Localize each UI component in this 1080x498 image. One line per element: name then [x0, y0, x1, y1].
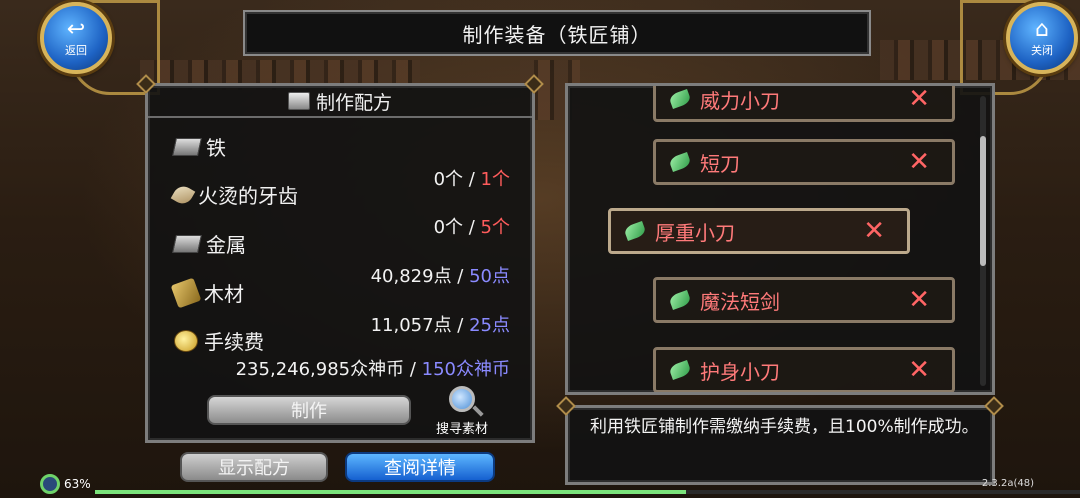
recipe-heading: 制作配方 [315, 91, 392, 114]
ingot-icon [172, 234, 202, 253]
coins-icon [174, 329, 198, 352]
tooth-icon [170, 182, 196, 207]
info-panel: 利用铁匠铺制作需缴纳手续费，且100%制作成功。 [556, 396, 1004, 485]
show-recipe-button[interactable]: 显示配方 [180, 452, 328, 482]
progress-fill [95, 490, 686, 494]
scrollbar-thumb[interactable] [980, 136, 986, 266]
item-name: 护身小刀 [700, 359, 780, 384]
list-item[interactable]: 短刀 ✕ [653, 139, 955, 185]
ingredient-name: 金属 [206, 233, 246, 257]
list-item[interactable]: 魔法短剑 ✕ [653, 277, 955, 323]
leaf-icon [668, 89, 692, 109]
list-item-selected[interactable]: 厚重小刀 ✕ [608, 208, 910, 254]
item-name: 威力小刀 [700, 88, 780, 113]
view-details-button[interactable]: 查阅详情 [345, 452, 495, 482]
back-label: 返回 [65, 44, 87, 57]
version-label: 2.3.2a(48) [981, 478, 1034, 489]
unavailable-icon: ✕ [908, 285, 930, 315]
leaf-icon [668, 290, 692, 310]
close-label: 关闭 [1031, 44, 1053, 57]
wood-icon [170, 277, 202, 308]
list-item[interactable]: 护身小刀 ✕ [653, 347, 955, 392]
list-item[interactable]: 威力小刀 ✕ [653, 84, 955, 122]
leaf-icon [668, 152, 692, 172]
recipe-header: 制作配方 [148, 86, 532, 118]
back-icon: ↩ [66, 17, 86, 42]
make-button[interactable]: 制作 [207, 395, 411, 425]
loading-progress-bar [95, 490, 1080, 494]
magnifier-icon [449, 386, 475, 412]
recipe-book-icon [287, 92, 310, 110]
info-text: 利用铁匠铺制作需缴纳手续费，且100%制作成功。 [590, 417, 979, 437]
battery-indicator: 63% [40, 474, 91, 494]
leaf-icon [668, 360, 692, 380]
ingredient-name: 木材 [204, 282, 244, 306]
title-bar: 制作装备（铁匠铺） [243, 10, 871, 56]
home-icon: ⌂ [1035, 17, 1049, 42]
ingredient-row: 手续费 235,246,985众神币 / 150众神币 [174, 326, 514, 381]
item-name: 厚重小刀 [655, 220, 735, 245]
ingredient-name: 铁 [206, 136, 226, 160]
ingredient-name: 手续费 [204, 330, 264, 354]
battery-icon [40, 474, 60, 494]
item-name: 魔法短剑 [700, 289, 780, 314]
equipment-list-panel[interactable]: 威力小刀 ✕ 短刀 ✕ 厚重小刀 ✕ 魔法短剑 ✕ 护身小刀 ✕ [565, 83, 995, 395]
search-materials-button[interactable]: 搜寻素材 [427, 386, 497, 442]
search-materials-label: 搜寻素材 [435, 422, 488, 437]
item-name: 短刀 [700, 151, 740, 176]
back-button[interactable]: ↩ 返回 [40, 2, 112, 74]
unavailable-icon: ✕ [908, 355, 930, 385]
leaf-icon [623, 221, 647, 241]
ingredient-qty: 235,246,985众神币 / 150众神币 [235, 359, 510, 380]
ingot-icon [172, 137, 202, 156]
close-button[interactable]: ⌂ 关闭 [1006, 2, 1078, 74]
battery-percent: 63% [64, 477, 91, 491]
unavailable-icon: ✕ [863, 216, 885, 246]
ingredient-name: 火烫的牙齿 [198, 184, 298, 208]
page-title: 制作装备（铁匠铺） [462, 22, 652, 47]
unavailable-icon: ✕ [908, 84, 930, 114]
unavailable-icon: ✕ [908, 147, 930, 177]
